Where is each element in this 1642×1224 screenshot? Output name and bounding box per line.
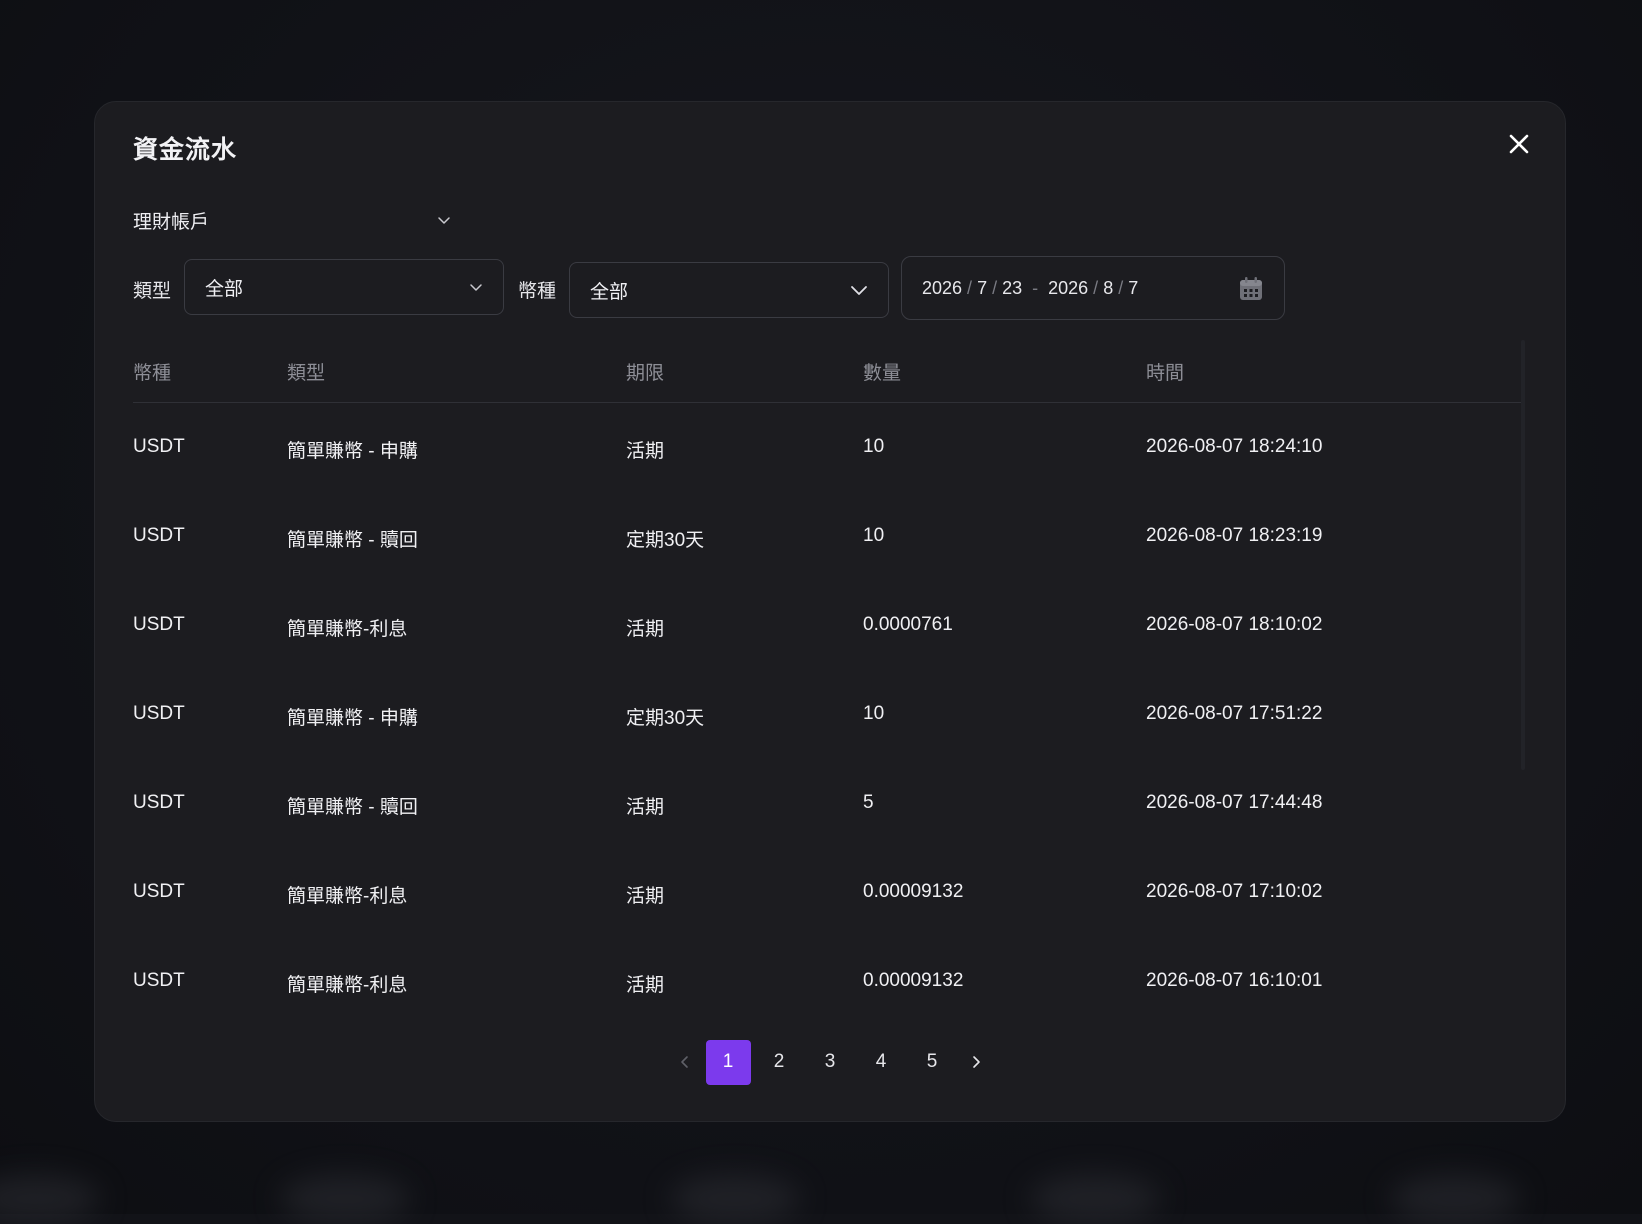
column-header-type: 類型 <box>287 363 326 384</box>
table-row: USDT 簡單賺幣 - 贖回 定期30天 10 2026-08-07 18:23… <box>133 492 1521 581</box>
calendar-icon[interactable] <box>1238 276 1264 302</box>
column-header-currency: 幣種 <box>133 363 172 384</box>
cell-term: 定期30天 <box>626 530 705 551</box>
cell-term: 活期 <box>626 797 665 818</box>
fund-flow-modal: 資金流水 理財帳戶 類型 全部 幣種 全部 2026 / 7 / 23 - 20… <box>94 101 1566 1122</box>
currency-select[interactable]: 全部 <box>569 262 889 318</box>
next-page-button[interactable] <box>961 1040 991 1085</box>
date-start-day[interactable]: 23 <box>1002 278 1022 299</box>
cell-term: 活期 <box>626 619 665 640</box>
cell-type: 簡單賺幣 - 贖回 <box>287 797 418 818</box>
background-blur <box>670 1174 800 1224</box>
fund-flow-table: 幣種 類型 期限 數量 時間 USDT 簡單賺幣 - 申購 活期 10 2026… <box>133 340 1521 1026</box>
cell-amount: 0.00009132 <box>863 881 964 902</box>
prev-page-button[interactable] <box>670 1040 700 1085</box>
date-range-picker[interactable]: 2026 / 7 / 23 - 2026 / 8 / 7 <box>901 256 1285 320</box>
filter-bar: 類型 全部 幣種 全部 2026 / 7 / 23 - 2026 / 8 / 7 <box>133 256 1393 324</box>
chevron-down-icon <box>438 217 450 224</box>
chevron-right-icon <box>972 1056 980 1068</box>
cell-term: 活期 <box>626 975 665 996</box>
cell-amount: 10 <box>863 436 885 457</box>
cell-amount: 5 <box>863 792 874 813</box>
cell-time: 2026-08-07 17:51:22 <box>1146 703 1323 724</box>
cell-currency: USDT <box>133 436 185 457</box>
background-blur <box>1030 1174 1160 1224</box>
chevron-down-icon <box>851 286 867 295</box>
column-header-time: 時間 <box>1146 363 1185 384</box>
type-filter-label: 類型 <box>133 281 172 302</box>
cell-amount: 10 <box>863 525 885 546</box>
cell-type: 簡單賺幣 - 申購 <box>287 708 418 729</box>
background-blur <box>280 1174 410 1224</box>
cell-currency: USDT <box>133 525 185 546</box>
cell-time: 2026-08-07 17:10:02 <box>1146 881 1323 902</box>
date-end-year[interactable]: 2026 <box>1048 278 1088 299</box>
type-select[interactable]: 全部 <box>184 259 504 315</box>
close-button[interactable] <box>1503 128 1535 160</box>
account-select[interactable]: 理財帳戶 <box>133 202 451 238</box>
pagination: 1 2 3 4 5 <box>95 1039 1565 1085</box>
page-button-4[interactable]: 4 <box>859 1040 904 1085</box>
close-icon <box>1509 134 1529 154</box>
table-row: USDT 簡單賺幣-利息 活期 0.00009132 2026-08-07 16… <box>133 937 1521 1026</box>
table-body: USDT 簡單賺幣 - 申購 活期 10 2026-08-07 18:24:10… <box>133 403 1521 1026</box>
cell-type: 簡單賺幣 - 申購 <box>287 441 418 462</box>
date-separator: / <box>992 277 998 298</box>
chevron-left-icon <box>680 1056 688 1068</box>
background-blur <box>0 1174 100 1224</box>
cell-time: 2026-08-07 18:24:10 <box>1146 436 1323 457</box>
currency-filter-label: 幣種 <box>518 281 557 302</box>
table-row: USDT 簡單賺幣-利息 活期 0.00009132 2026-08-07 17… <box>133 848 1521 937</box>
date-separator: / <box>1118 277 1124 298</box>
date-separator: / <box>967 277 973 298</box>
cell-time: 2026-08-07 18:23:19 <box>1146 525 1323 546</box>
cell-type: 簡單賺幣 - 贖回 <box>287 530 418 551</box>
table-header: 幣種 類型 期限 數量 時間 <box>133 340 1521 403</box>
currency-select-value: 全部 <box>590 281 629 303</box>
cell-currency: USDT <box>133 970 185 991</box>
date-start-month[interactable]: 7 <box>977 278 987 299</box>
date-end-day[interactable]: 7 <box>1128 278 1138 299</box>
chevron-down-icon <box>470 284 482 291</box>
page-button-3[interactable]: 3 <box>808 1040 853 1085</box>
cell-amount: 0.00009132 <box>863 970 964 991</box>
cell-amount: 10 <box>863 703 885 724</box>
cell-currency: USDT <box>133 703 185 724</box>
cell-currency: USDT <box>133 792 185 813</box>
cell-time: 2026-08-07 17:44:48 <box>1146 792 1323 813</box>
type-select-value: 全部 <box>205 278 244 300</box>
table-row: USDT 簡單賺幣-利息 活期 0.0000761 2026-08-07 18:… <box>133 581 1521 670</box>
table-row: USDT 簡單賺幣 - 贖回 活期 5 2026-08-07 17:44:48 <box>133 759 1521 848</box>
cell-currency: USDT <box>133 614 185 635</box>
date-start-year[interactable]: 2026 <box>922 278 962 299</box>
cell-type: 簡單賺幣-利息 <box>287 619 408 640</box>
cell-type: 簡單賺幣-利息 <box>287 975 408 996</box>
date-range-separator: - <box>1032 277 1039 298</box>
table-row: USDT 簡單賺幣 - 申購 定期30天 10 2026-08-07 17:51… <box>133 670 1521 759</box>
page-button-1[interactable]: 1 <box>705 1039 751 1085</box>
table-scrollbar[interactable] <box>1521 340 1525 770</box>
cell-term: 活期 <box>626 886 665 907</box>
cell-currency: USDT <box>133 881 185 902</box>
column-header-term: 期限 <box>626 363 665 384</box>
table-row: USDT 簡單賺幣 - 申購 活期 10 2026-08-07 18:24:10 <box>133 403 1521 492</box>
page-button-5[interactable]: 5 <box>910 1040 955 1085</box>
date-end-month[interactable]: 8 <box>1103 278 1113 299</box>
column-header-amount: 數量 <box>863 363 902 384</box>
cell-time: 2026-08-07 16:10:01 <box>1146 970 1323 991</box>
modal-title: 資金流水 <box>133 136 238 164</box>
cell-type: 簡單賺幣-利息 <box>287 886 408 907</box>
cell-term: 活期 <box>626 441 665 462</box>
cell-time: 2026-08-07 18:10:02 <box>1146 614 1323 635</box>
cell-amount: 0.0000761 <box>863 614 953 635</box>
page-button-2[interactable]: 2 <box>757 1040 802 1085</box>
cell-term: 定期30天 <box>626 708 705 729</box>
date-separator: / <box>1093 277 1099 298</box>
background-blur <box>1390 1174 1520 1224</box>
account-select-value: 理財帳戶 <box>133 211 210 233</box>
